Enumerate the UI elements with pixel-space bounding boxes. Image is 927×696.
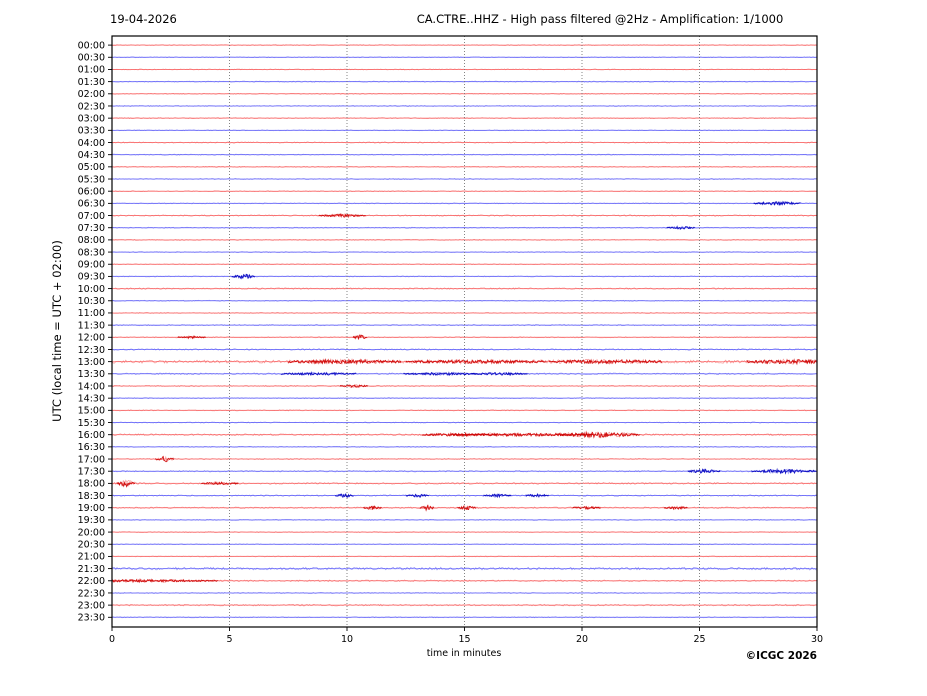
trace-row-23:00 [111, 603, 818, 607]
y-tick-label: 23:00 [78, 600, 105, 611]
y-tick-label: 03:30 [78, 126, 105, 137]
y-tick-label: 20:00 [78, 527, 105, 538]
trace-row-14:30 [111, 397, 818, 400]
y-tick-label: 17:30 [78, 467, 105, 478]
y-tick-label: 16:00 [78, 430, 105, 441]
seismic-event [663, 505, 688, 511]
y-tick-label: 18:00 [78, 479, 105, 490]
y-tick-label: 12:00 [78, 333, 105, 344]
y-axis-label: UTC (local time = UTC + 02:00) [50, 240, 64, 422]
y-tick-label: 14:00 [78, 381, 105, 392]
helicorder-figure: 00:00 00:30 01:00 01:30 02:00 02:30 03:00 03:30… [0, 0, 927, 696]
trace-row-12:00 [111, 334, 818, 340]
y-tick-label: 09:00 [78, 260, 105, 271]
y-tick-label: 13:00 [78, 357, 105, 368]
y-tick-label: 19:30 [78, 515, 105, 526]
trace-row-06:00 [111, 190, 818, 193]
axes-layer: 00:00 00:3001:0001:3002:0002:3003:00 03:30… [78, 35, 823, 645]
y-tick-label: 00:00 [78, 40, 105, 51]
trace-row-05:30 [111, 178, 818, 180]
y-tick-label: 22:30 [78, 588, 105, 599]
x-tick-label: 15 [458, 634, 470, 645]
trace-row-22:30 [111, 592, 818, 594]
y-tick-label: 18:30 [78, 491, 105, 502]
y-tick-label: 17:00 [78, 454, 105, 465]
y-tick-label: 23:30 [78, 613, 105, 624]
y-tick-label: 09:30 [78, 272, 105, 283]
trace-row-15:00 [111, 409, 818, 412]
y-tick-label: 12:30 [78, 345, 105, 356]
y-tick-label: 02:30 [78, 101, 105, 112]
y-tick-label: 11:00 [78, 308, 105, 319]
helicorder-canvas: 00:00 00:3001:0001:3002:0002:3003:00 03:30… [78, 35, 823, 645]
x-tick-label: 30 [811, 634, 823, 645]
station-title: CA.CTRE..HHZ - High pass filtered @2Hz -… [416, 12, 784, 26]
trace-row-05:00 [111, 165, 818, 168]
y-tick-label: 20:30 [78, 540, 105, 551]
y-tick-label: 07:30 [78, 223, 105, 234]
x-tick-label: 10 [341, 634, 353, 645]
y-tick-label: 15:30 [78, 418, 105, 429]
trace-row-21:00 [111, 555, 818, 558]
y-tick-label: 21:30 [78, 564, 105, 575]
y-tick-label: 19:00 [78, 503, 105, 514]
y-tick-label: 02:00 [78, 89, 105, 100]
x-tick-label: 25 [693, 634, 705, 645]
x-tick-label: 5 [226, 634, 232, 645]
y-tick-label: 22:00 [78, 576, 105, 587]
y-tick-label: 00:30 [78, 53, 105, 64]
y-tick-label: 06:30 [78, 199, 105, 210]
y-tick-label: 10:00 [78, 284, 105, 295]
y-tick-label: 05:30 [78, 174, 105, 185]
x-tick-label: 0 [109, 634, 115, 645]
y-tick-label: 14:30 [78, 393, 105, 404]
y-tick-label: 04:00 [78, 138, 105, 149]
date-title: 19-04-2026 [110, 12, 177, 26]
y-tick-label: 08:30 [78, 247, 105, 258]
seismic-event [116, 480, 136, 488]
y-tick-label: 04:30 [78, 150, 105, 161]
grid-layer [229, 36, 700, 627]
trace-row-04:00 [111, 141, 818, 144]
y-tick-label: 10:30 [78, 296, 105, 307]
trace-row-15:30 [111, 421, 818, 424]
y-tick-label: 06:00 [78, 186, 105, 197]
y-tick-label: 16:30 [78, 442, 105, 453]
trace-row-04:30 [111, 153, 818, 156]
y-tick-label: 07:00 [78, 211, 105, 222]
y-tick-label: 08:00 [78, 235, 105, 246]
y-tick-label: 11:30 [78, 320, 105, 331]
x-tick-label: 20 [576, 634, 588, 645]
y-tick-label: 13:30 [78, 369, 105, 380]
y-tick-label: 01:30 [78, 77, 105, 88]
trace-row-23:30 [111, 616, 818, 619]
seismic-event [746, 358, 817, 366]
copyright-text: ©ICGC 2026 [745, 650, 817, 662]
y-tick-label: 01:00 [78, 65, 105, 76]
x-axis-label: time in minutes [426, 648, 502, 659]
y-tick-label: 21:00 [78, 552, 105, 563]
trace-row-03:30 [111, 129, 818, 132]
y-tick-label: 05:00 [78, 162, 105, 173]
y-tick-label: 03:00 [78, 113, 105, 124]
y-tick-label: 15:00 [78, 406, 105, 417]
